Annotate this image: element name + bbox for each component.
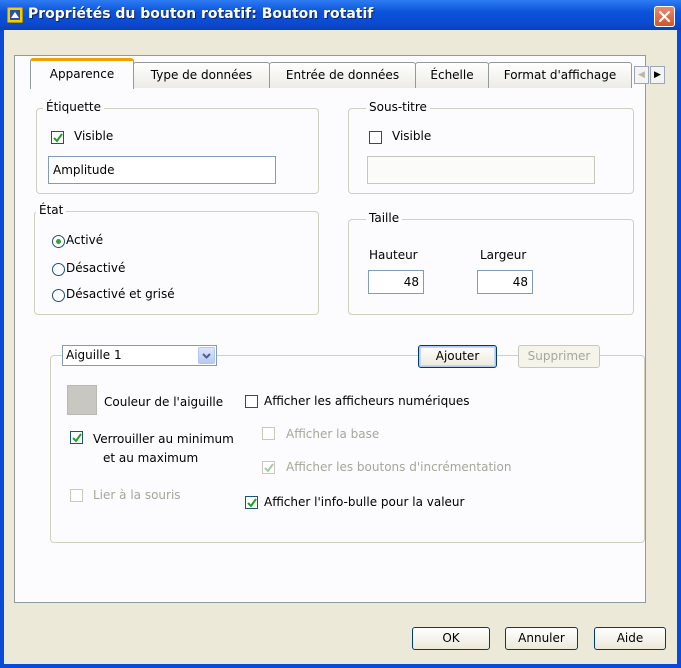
window-title: Propriétés du bouton rotatif: Bouton rot…	[28, 6, 374, 22]
tab-entree-de-donnees[interactable]: Entrée de données	[269, 62, 416, 88]
chevron-right-icon: ▶	[654, 70, 661, 80]
aiguille-select[interactable]: Aiguille 1	[62, 345, 217, 366]
taille-legend: Taille	[366, 211, 403, 225]
etat-desactive-grise-radio[interactable]	[52, 289, 65, 302]
tab-scroll-left-button[interactable]: ◀	[634, 66, 649, 84]
largeur-input[interactable]: 48	[477, 270, 533, 294]
properties-dialog: Propriétés du bouton rotatif: Bouton rot…	[0, 0, 681, 668]
afficher-increment-label: Afficher les boutons d'incrémentation	[286, 460, 512, 474]
tab-label: Échelle	[430, 68, 474, 82]
tab-label: Entrée de données	[285, 68, 400, 82]
etat-desactive-label: Désactivé	[66, 261, 126, 275]
title-bar: Propriétés du bouton rotatif: Bouton rot…	[0, 0, 681, 30]
verrouiller-label-line1: Verrouiller au minimum	[93, 432, 234, 446]
tab-scroll-right-button[interactable]: ▶	[650, 66, 665, 84]
soustitre-visible-label: Visible	[392, 129, 432, 143]
etiquette-legend: Étiquette	[43, 100, 105, 114]
etat-desactive-grise-label: Désactivé et grisé	[66, 287, 175, 301]
aide-button[interactable]: Aide	[594, 627, 666, 650]
aiguille-group	[50, 355, 645, 543]
tab-apparence[interactable]: Apparence	[30, 58, 134, 89]
tab-label: Apparence	[49, 67, 115, 81]
afficher-increment-checkbox[interactable]	[262, 461, 275, 474]
etat-active-label: Activé	[66, 233, 104, 247]
needle-color-swatch[interactable]	[67, 385, 97, 415]
aiguille-select-value: Aiguille 1	[66, 348, 122, 362]
hauteur-label: Hauteur	[369, 248, 418, 262]
afficher-afficheurs-label: Afficher les afficheurs numériques	[264, 394, 470, 408]
annuler-button[interactable]: Annuler	[505, 627, 578, 650]
etiquette-text-field[interactable]: Amplitude	[48, 156, 276, 184]
taille-group	[348, 219, 634, 315]
soustitre-legend: Sous-titre	[366, 100, 430, 114]
etiquette-visible-label: Visible	[74, 129, 114, 143]
tab-echelle[interactable]: Échelle	[415, 62, 489, 88]
soustitre-text-field[interactable]	[367, 156, 595, 184]
afficher-base-label: Afficher la base	[286, 427, 380, 441]
chevron-left-icon: ◀	[638, 70, 645, 80]
check-icon	[247, 498, 257, 508]
largeur-label: Largeur	[480, 248, 527, 262]
supprimer-button[interactable]: Supprimer	[518, 345, 600, 368]
hauteur-input[interactable]: 48	[368, 270, 424, 294]
close-button[interactable]	[654, 6, 675, 27]
tab-label: Type de données	[150, 68, 253, 82]
afficher-infobulle-label: Afficher l'info-bulle pour la valeur	[264, 495, 465, 509]
etat-legend: État	[36, 203, 67, 217]
needle-color-label: Couleur de l'aiguille	[104, 395, 224, 409]
check-icon	[53, 133, 63, 143]
afficher-afficheurs-checkbox[interactable]	[245, 395, 258, 408]
aiguille-select-dropdown-button[interactable]	[198, 347, 215, 364]
labview-app-icon	[7, 7, 23, 23]
lier-souris-label: Lier à la souris	[93, 488, 181, 502]
check-icon	[264, 463, 274, 473]
etat-desactive-radio[interactable]	[52, 263, 65, 276]
check-icon	[72, 433, 82, 443]
etiquette-visible-checkbox[interactable]	[51, 131, 64, 144]
tab-format-affichage[interactable]: Format d'affichage	[488, 62, 632, 88]
tab-type-de-donnees[interactable]: Type de données	[133, 62, 270, 88]
afficher-infobulle-checkbox[interactable]	[245, 496, 258, 509]
afficher-base-checkbox[interactable]	[262, 427, 275, 440]
ok-button[interactable]: OK	[412, 627, 490, 650]
verrouiller-checkbox[interactable]	[70, 431, 83, 444]
etat-active-radio[interactable]	[52, 235, 65, 248]
soustitre-visible-checkbox[interactable]	[369, 131, 382, 144]
chevron-down-icon	[202, 353, 211, 359]
lier-souris-checkbox[interactable]	[70, 489, 83, 502]
verrouiller-label-line2: et au maximum	[103, 451, 199, 465]
tab-label: Format d'affichage	[503, 68, 617, 82]
close-icon	[658, 10, 671, 23]
radio-selected-dot	[56, 239, 61, 244]
ajouter-button[interactable]: Ajouter	[418, 345, 497, 368]
